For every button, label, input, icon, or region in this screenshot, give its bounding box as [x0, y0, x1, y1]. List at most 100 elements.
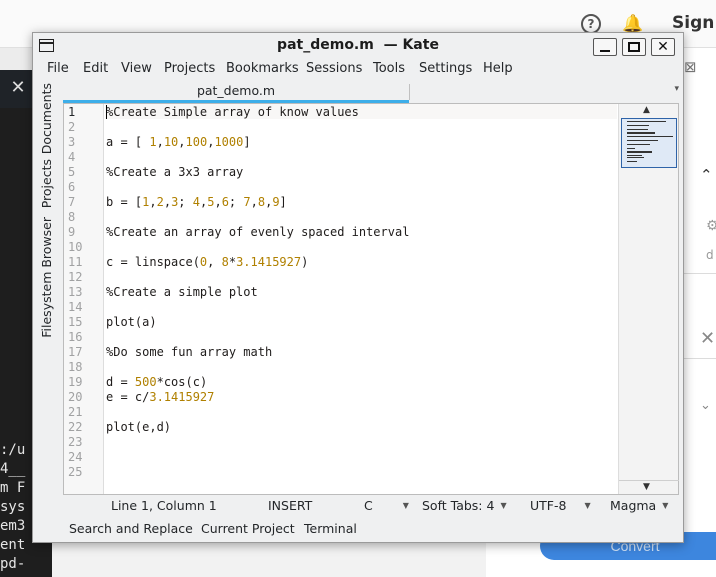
- maximize-icon: [628, 42, 640, 52]
- tab-menu-chevron-icon[interactable]: ▾: [674, 84, 679, 94]
- code-line[interactable]: d = 500*cos(c): [106, 375, 207, 390]
- status-bar: Line 1, Column 1 INSERT C ▼ Soft Tabs: 4 ▼…: [63, 495, 681, 517]
- syntax-mode-selector[interactable]: C ▼: [364, 498, 409, 513]
- terminal-line: m F: [0, 480, 26, 496]
- menu-file[interactable]: File: [47, 61, 69, 76]
- line-number: 8: [68, 210, 76, 224]
- line-number: 1: [68, 105, 76, 119]
- chevron-down-icon[interactable]: ⌄: [700, 398, 711, 413]
- window-title: pat_demo.m — Kate: [277, 37, 439, 53]
- line-number: 7: [68, 195, 76, 209]
- sidebar-tab-documents[interactable]: Documents: [39, 83, 54, 154]
- line-number: 12: [68, 270, 83, 284]
- dropdown-arrow-icon: ▼: [584, 501, 591, 510]
- menu-help[interactable]: Help: [483, 61, 513, 76]
- minimap-scrollbar[interactable]: ▲ ▼: [618, 104, 679, 494]
- line-number: 22: [68, 420, 83, 434]
- minimap-line: [627, 160, 637, 163]
- code-line[interactable]: e = c/3.1415927: [106, 390, 214, 405]
- color-scheme-label: Magma: [610, 498, 657, 513]
- settings-icon[interactable]: ⚙: [706, 218, 716, 234]
- code-line[interactable]: b = [1,2,3; 4,5,6; 7,8,9]: [106, 195, 287, 210]
- minimize-button[interactable]: [593, 38, 617, 56]
- code-line[interactable]: plot(e,d): [106, 420, 171, 435]
- code-line[interactable]: %Create Simple array of know values: [106, 105, 359, 120]
- help-icon[interactable]: ?: [581, 14, 601, 34]
- tool-terminal[interactable]: Terminal: [304, 521, 357, 536]
- menu-edit[interactable]: Edit: [83, 61, 108, 76]
- tool-view-sidebar: Documents Projects Filesystem Browser: [33, 81, 63, 494]
- code-line[interactable]: %Create a simple plot: [106, 285, 258, 300]
- line-number: 4: [68, 150, 76, 164]
- chevron-up-icon[interactable]: ⌃: [700, 166, 713, 184]
- minimap-viewport[interactable]: [621, 118, 677, 168]
- tab-pat-demo[interactable]: pat_demo.m: [63, 81, 409, 103]
- code-line[interactable]: c = linspace(0, 8*3.1415927): [106, 255, 308, 270]
- terminal-line: :/u: [0, 442, 26, 458]
- sidebar-tab-filesystem-browser[interactable]: Filesystem Browser: [39, 217, 54, 338]
- minimize-icon: [600, 50, 610, 52]
- bell-icon[interactable]: 🔔: [622, 14, 643, 34]
- bottom-tool-bar: Search and Replace Current Project Termi…: [33, 518, 683, 542]
- code-line[interactable]: a = [ 1,10,100,1000]: [106, 135, 251, 150]
- code-line[interactable]: %Do some fun array math: [106, 345, 272, 360]
- line-number: 3: [68, 135, 76, 149]
- menu-tools[interactable]: Tools: [373, 61, 405, 76]
- minimap-line: [627, 124, 649, 126]
- line-number: 25: [68, 465, 83, 479]
- tool-current-project[interactable]: Current Project: [201, 521, 295, 536]
- tab-separator: [409, 84, 410, 100]
- title-bar[interactable]: pat_demo.m — Kate ✕: [33, 33, 683, 59]
- indentation-label: Soft Tabs: 4: [422, 498, 495, 513]
- minimap-line: [627, 157, 644, 159]
- terminal-line: sys: [0, 499, 26, 515]
- close-button[interactable]: ✕: [651, 38, 675, 56]
- document-tab-bar: pat_demo.m ▾: [63, 81, 681, 103]
- minimap-line: [627, 143, 651, 145]
- partial-text-icon: d: [706, 248, 714, 262]
- dropdown-arrow-icon: ▼: [500, 501, 507, 510]
- sign-in-button[interactable]: Sign In: [672, 13, 716, 33]
- divider: [684, 273, 716, 274]
- terminal-line: ent: [0, 537, 26, 553]
- cursor-position[interactable]: Line 1, Column 1: [111, 498, 217, 513]
- line-number: 9: [68, 225, 76, 239]
- tool-search-and-replace[interactable]: Search and Replace: [69, 521, 193, 536]
- line-number: 16: [68, 330, 83, 344]
- close-icon: ✕: [657, 39, 669, 55]
- text-cursor: [106, 105, 107, 119]
- indentation-selector[interactable]: Soft Tabs: 4 ▼: [422, 498, 507, 513]
- minimap-line: [627, 136, 673, 138]
- kate-window: pat_demo.m — Kate ✕ File Edit View Proje…: [32, 32, 684, 543]
- code-editor[interactable]: 1 2 3 4 5 6 7 8 9 10 11 12 13 14 15 16 17 18 19 20 21 22 23 24 2…: [63, 103, 679, 495]
- menu-bar: File Edit View Projects Bookmarks Sessio…: [33, 59, 683, 81]
- menu-projects[interactable]: Projects: [164, 61, 215, 76]
- terminal-line: pd-: [0, 556, 26, 572]
- menu-view[interactable]: View: [121, 61, 152, 76]
- menu-sessions[interactable]: Sessions: [306, 61, 362, 76]
- line-number: 2: [68, 120, 76, 134]
- code-line[interactable]: %Create a 3x3 array: [106, 165, 243, 180]
- input-mode[interactable]: INSERT: [268, 498, 312, 513]
- minimap-line: [627, 121, 666, 123]
- minimap-divider: [619, 480, 679, 481]
- maximize-button[interactable]: [622, 38, 646, 56]
- minimap-line: [627, 147, 635, 149]
- line-number-gutter: 1 2 3 4 5 6 7 8 9 10 11 12 13 14 15 16 17 18 19 20 21 22 23 24 2…: [64, 104, 104, 494]
- menu-bookmarks[interactable]: Bookmarks: [226, 61, 299, 76]
- scroll-up-arrow-icon[interactable]: ▲: [643, 105, 650, 115]
- code-line[interactable]: plot(a): [106, 315, 157, 330]
- close-icon[interactable]: ✕: [700, 328, 715, 349]
- encoding-selector[interactable]: UTF-8 ▼: [530, 498, 591, 513]
- tab-label: pat_demo.m: [196, 83, 276, 98]
- menu-settings[interactable]: Settings: [419, 61, 472, 76]
- close-box-icon[interactable]: ⊠: [684, 58, 697, 76]
- dropdown-arrow-icon: ▼: [662, 501, 669, 510]
- sidebar-tab-projects[interactable]: Projects: [39, 159, 54, 208]
- scroll-down-arrow-icon[interactable]: ▼: [643, 482, 650, 492]
- code-line[interactable]: %Create an array of evenly spaced interv…: [106, 225, 409, 240]
- line-number: 24: [68, 450, 83, 464]
- color-scheme-selector[interactable]: Magma ▼: [610, 498, 668, 513]
- close-icon[interactable]: ✕: [0, 70, 36, 108]
- line-number: 21: [68, 405, 83, 419]
